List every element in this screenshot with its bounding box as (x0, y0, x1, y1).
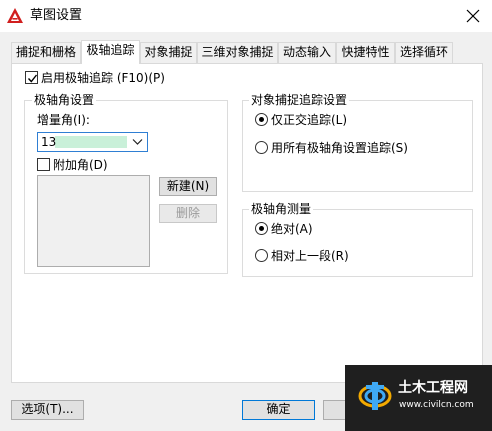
combo-text-highlight (55, 136, 127, 148)
watermark-logo-icon (358, 382, 392, 410)
title-bar: 草图设置 (0, 0, 492, 32)
watermark-url: www.civilcn.com (399, 400, 474, 410)
increment-angle-label: 增量角(I): (37, 113, 90, 127)
relative-last-segment-radio[interactable] (255, 249, 268, 262)
increment-angle-value: 13 (41, 135, 57, 149)
absolute-label: 绝对(A) (271, 222, 313, 236)
absolute-radio[interactable] (255, 222, 268, 235)
autocad-a-icon (6, 7, 24, 25)
chevron-down-icon (132, 139, 143, 145)
additional-angles-checkbox[interactable] (37, 158, 50, 171)
options-button[interactable]: 选项(T)... (11, 400, 84, 420)
enable-polar-checkbox[interactable] (25, 71, 38, 84)
tab-object-snap[interactable]: 对象捕捉 (140, 42, 197, 63)
increment-angle-combo[interactable]: 13 (37, 132, 148, 152)
watermark-name: 土木工程网 (398, 380, 468, 396)
polar-measure-group-title: 极轴角测量 (249, 202, 314, 216)
close-button[interactable] (458, 2, 488, 30)
window-title: 草图设置 (30, 8, 83, 23)
tab-quick-properties[interactable]: 快捷特性 (336, 42, 395, 63)
enable-polar-label: 启用极轴追踪 (F10)(P) (41, 71, 165, 85)
orthogonal-only-label: 仅正交追踪(L) (271, 113, 348, 127)
polar-angle-group-title: 极轴角设置 (32, 93, 97, 107)
tab-dynamic-input[interactable]: 动态输入 (278, 42, 336, 63)
additional-angles-list[interactable] (37, 175, 150, 267)
tab-polar-tracking[interactable]: 极轴追踪 (81, 40, 140, 64)
polar-tracking-page: 启用极轴追踪 (F10)(P) 极轴角设置 增量角(I): 13 附加角(D) … (11, 63, 483, 383)
all-polar-settings-radio[interactable] (255, 141, 268, 154)
relative-last-segment-label: 相对上一段(R) (271, 249, 349, 263)
polar-measure-group (242, 209, 473, 277)
tab-snap-grid[interactable]: 捕捉和栅格 (11, 42, 81, 63)
osnap-tracking-group-title: 对象捕捉追踪设置 (249, 93, 350, 107)
all-polar-settings-label: 用所有极轴角设置追踪(S) (271, 141, 408, 155)
ok-button[interactable]: 确定 (242, 400, 315, 420)
delete-angle-button[interactable]: 删除 (159, 204, 217, 223)
tab-3d-object-snap[interactable]: 三维对象捕捉 (197, 42, 278, 63)
new-angle-button[interactable]: 新建(N) (159, 177, 217, 196)
close-icon (466, 9, 480, 23)
tab-selection-cycling[interactable]: 选择循环 (395, 42, 453, 63)
site-watermark: 土木工程网 www.civilcn.com (345, 365, 492, 431)
orthogonal-only-radio[interactable] (255, 113, 268, 126)
check-mark-icon (27, 74, 38, 83)
additional-angles-label: 附加角(D) (53, 158, 108, 172)
